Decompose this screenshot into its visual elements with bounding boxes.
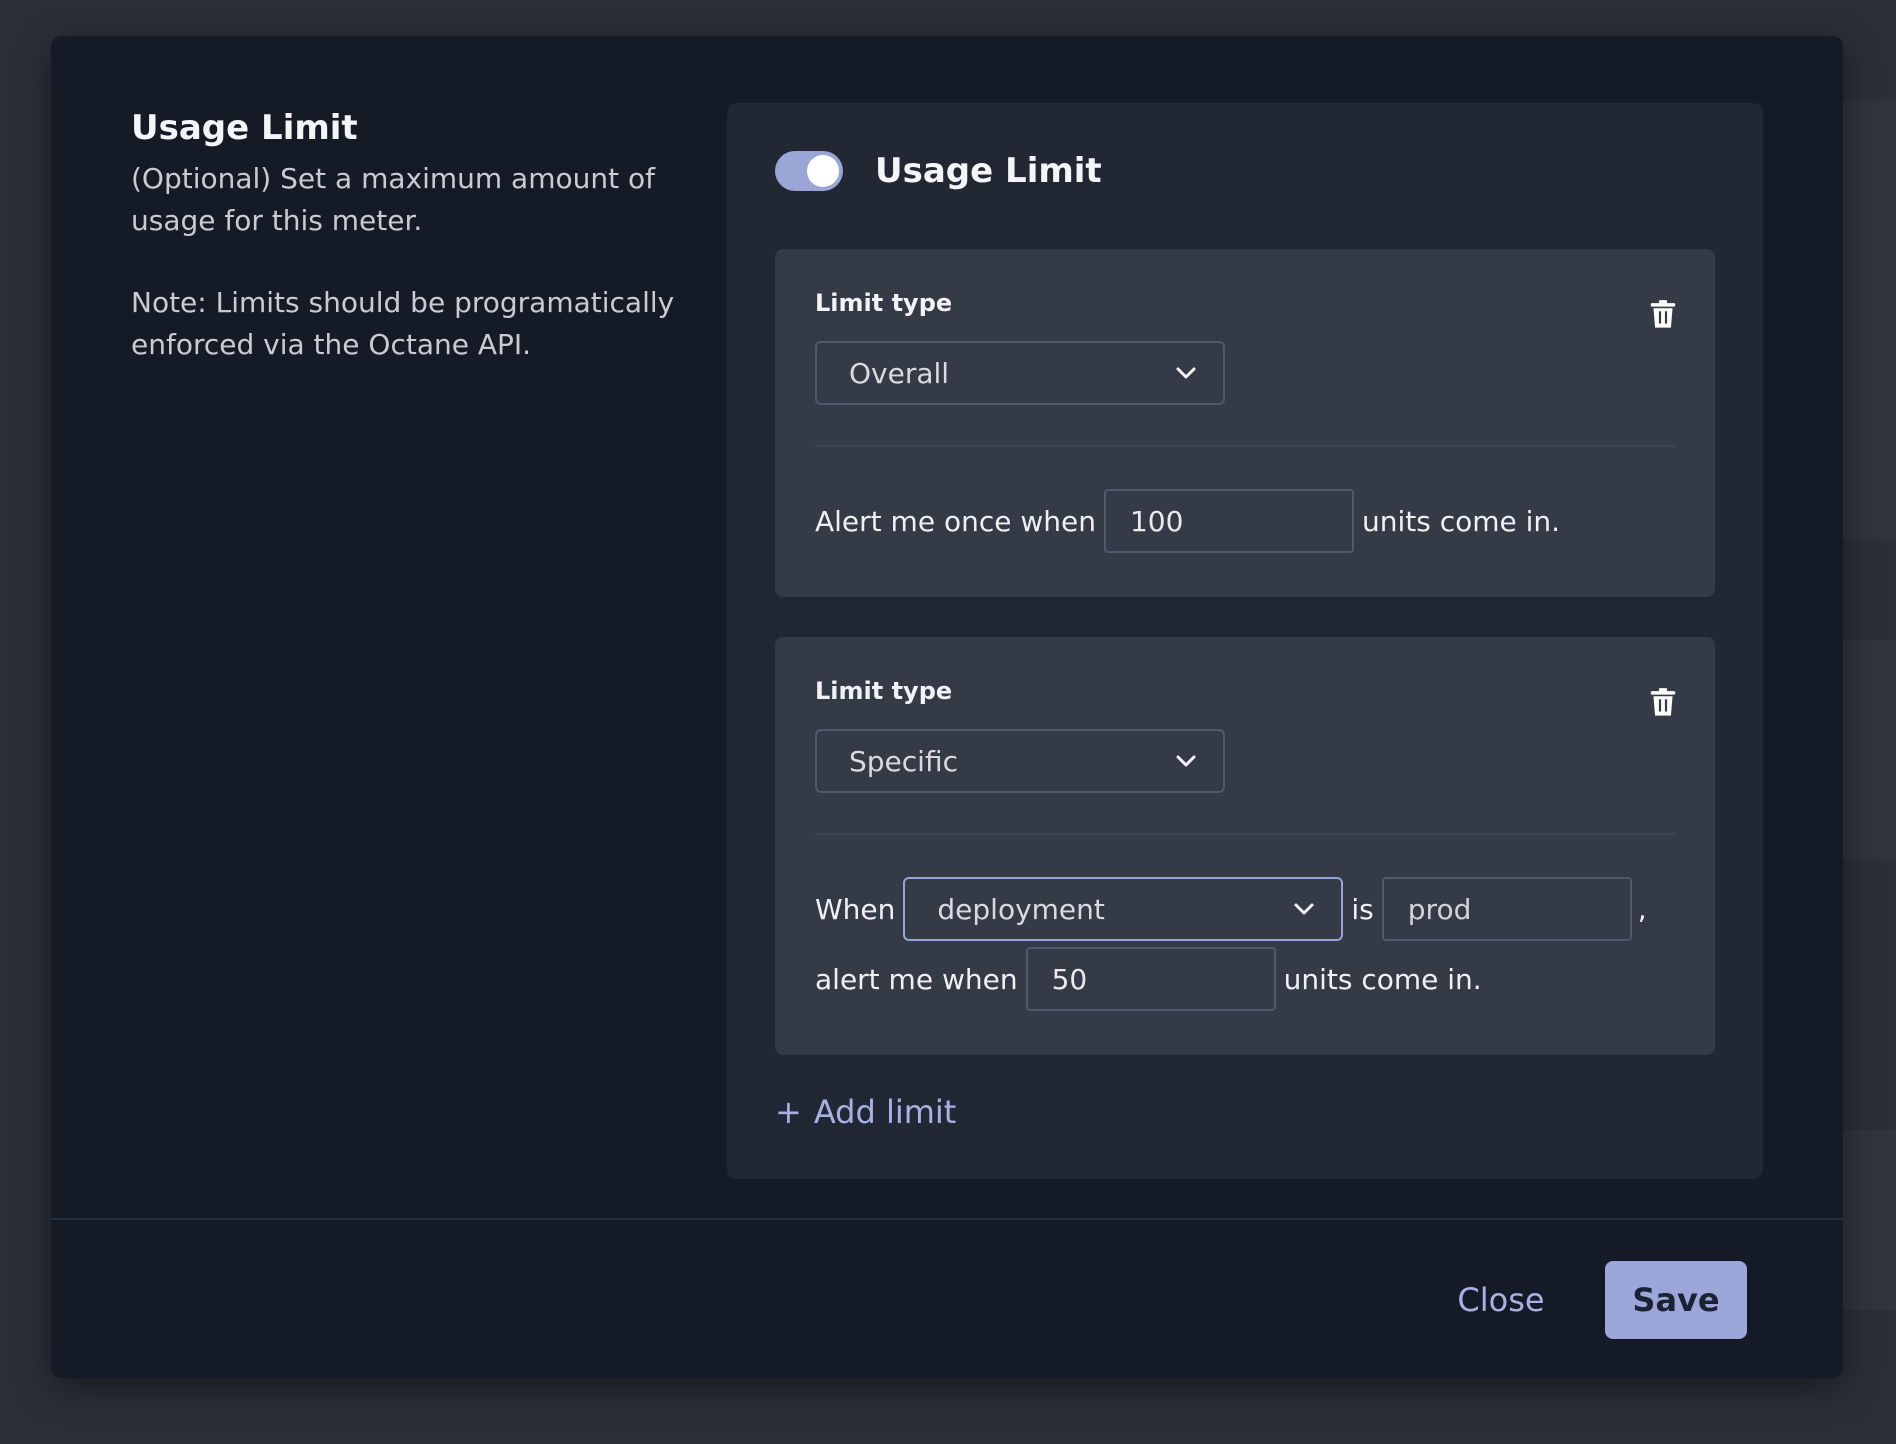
alert-suffix: units come in. [1283, 962, 1482, 996]
toggle-label: Usage Limit [875, 151, 1102, 191]
toggle-knob [807, 155, 839, 187]
alert-row: Alert me once when 100 units come in. [815, 489, 1560, 553]
chevron-down-icon [1294, 903, 1314, 915]
save-button[interactable]: Save [1605, 1261, 1747, 1339]
add-limit-button[interactable]: + Add limit [775, 1093, 956, 1131]
section-title: Usage Limit [131, 108, 358, 148]
comma-separator: , [1637, 892, 1647, 926]
chevron-down-icon [1176, 755, 1196, 767]
close-button[interactable]: Close [1431, 1261, 1571, 1339]
match-value-input[interactable]: prod [1381, 877, 1632, 941]
threshold-input[interactable]: 100 [1103, 489, 1354, 553]
trash-icon[interactable] [1649, 687, 1677, 717]
card-divider [815, 833, 1675, 835]
limit-type-value: Specific [849, 744, 958, 778]
condition-row: When deployment is prod , [815, 877, 1647, 941]
section-description: (Optional) Set a maximum amount of usage… [131, 162, 655, 237]
threshold-value: 100 [1129, 504, 1184, 538]
alert-row: alert me when 50 units come in. [815, 947, 1482, 1011]
limit-type-value: Overall [849, 356, 950, 390]
plus-icon: + [775, 1093, 802, 1131]
usage-limit-panel: Usage Limit Limit type Overall Alert me … [727, 103, 1763, 1179]
limit-card-specific: Limit type Specific When deployment is p… [775, 637, 1715, 1055]
is-label: is [1351, 892, 1374, 926]
usage-limit-modal: Usage Limit (Optional) Set a maximum amo… [51, 36, 1843, 1378]
trash-icon[interactable] [1649, 299, 1677, 329]
limit-type-select[interactable]: Specific [815, 729, 1225, 793]
backdrop-strip [1836, 100, 1896, 540]
limit-type-select[interactable]: Overall [815, 341, 1225, 405]
footer-divider [51, 1218, 1843, 1220]
match-value: prod [1407, 892, 1472, 926]
add-limit-label: Add limit [813, 1093, 957, 1131]
limit-card-overall: Limit type Overall Alert me once when 10… [775, 249, 1715, 597]
usage-limit-toggle[interactable] [775, 151, 843, 191]
threshold-input[interactable]: 50 [1025, 947, 1276, 1011]
section-note: Note: Limits should be programatically e… [131, 286, 675, 361]
chevron-down-icon [1176, 367, 1196, 379]
backdrop-strip [1836, 1130, 1896, 1310]
alert-prefix: alert me when [815, 962, 1018, 996]
field-select[interactable]: deployment [903, 877, 1344, 941]
card-divider [815, 445, 1675, 447]
alert-prefix: Alert me once when [815, 504, 1096, 538]
backdrop-strip [1836, 640, 1896, 860]
alert-suffix: units come in. [1361, 504, 1561, 538]
limit-type-label: Limit type [815, 677, 953, 705]
threshold-value: 50 [1051, 962, 1088, 996]
section-info: Usage Limit (Optional) Set a maximum amo… [131, 108, 691, 366]
limit-type-label: Limit type [815, 289, 953, 317]
field-value: deployment [937, 892, 1105, 926]
usage-limit-toggle-row: Usage Limit [775, 151, 1102, 191]
when-label: When [815, 892, 896, 926]
